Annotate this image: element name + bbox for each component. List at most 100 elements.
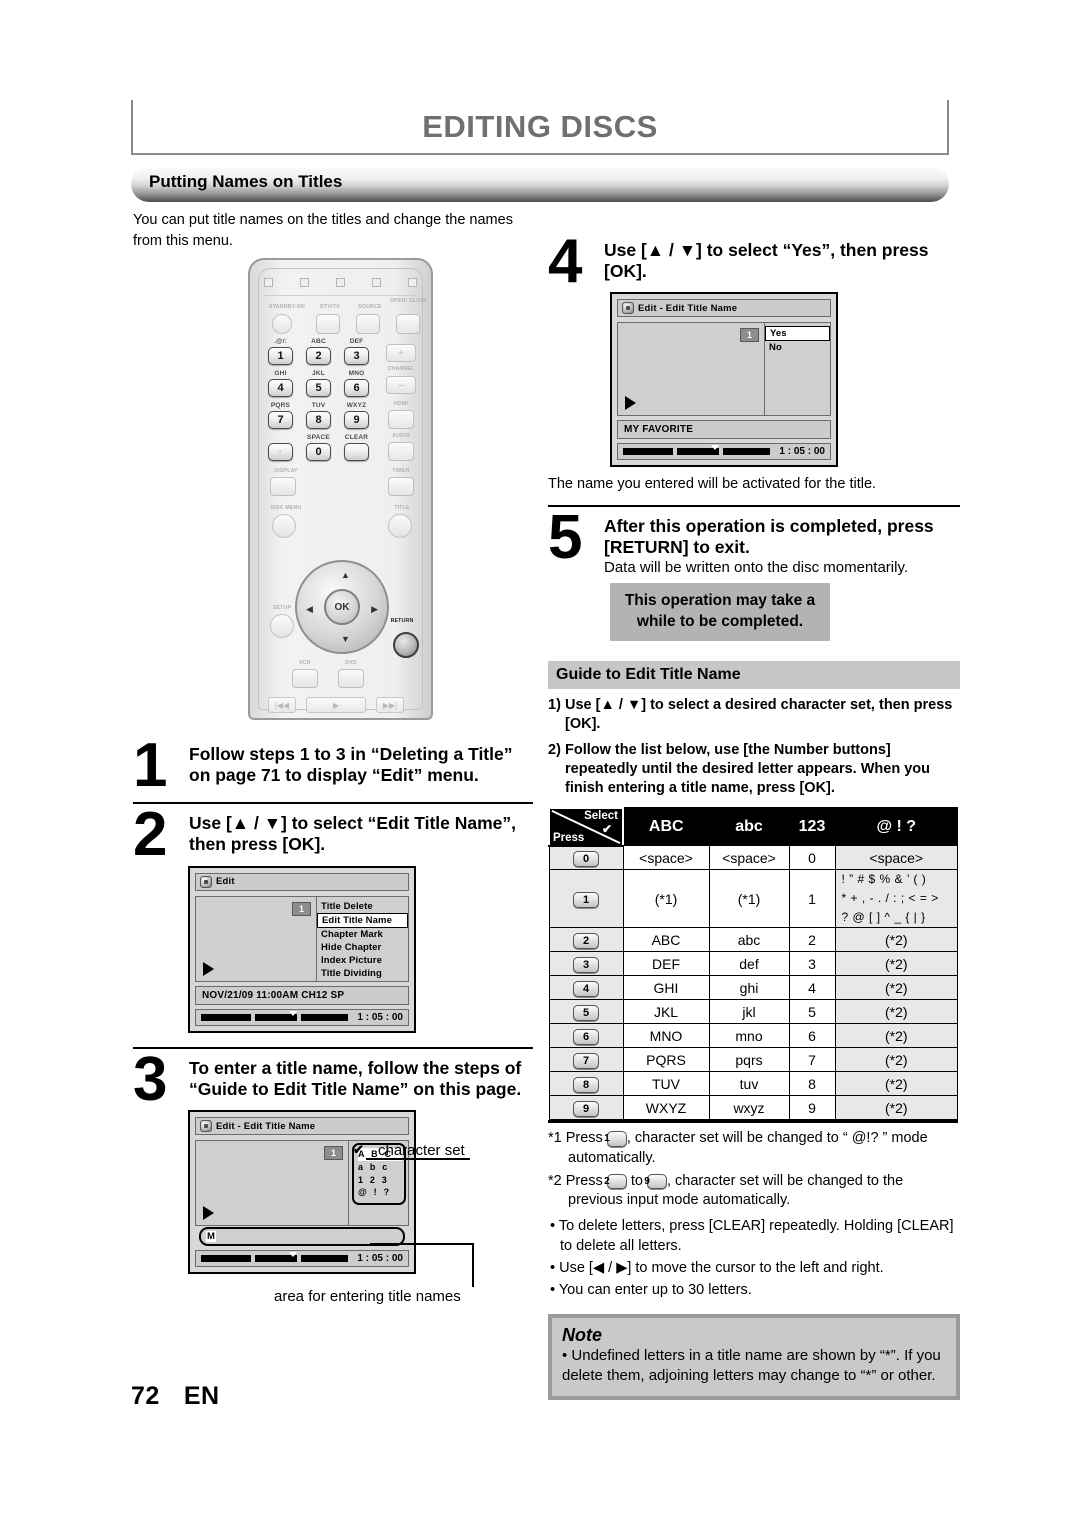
charmap-cell-0-num: 0: [788, 845, 836, 871]
number-button-6[interactable]: 6: [344, 379, 369, 397]
step-2-number: 2: [133, 800, 167, 870]
step-1-number: 1: [133, 731, 167, 800]
charmap-row-6: 6 MNO mno 6 (*2): [548, 1023, 958, 1049]
charset-row-abc-lower[interactable]: a b c: [358, 1161, 402, 1174]
charmap-cell-1-num: 1: [788, 869, 836, 929]
number-button-7[interactable]: 7: [268, 411, 293, 429]
skip-forward-button[interactable]: ▶▶|: [376, 697, 404, 713]
menu-item-index-picture[interactable]: Index Picture: [317, 954, 408, 967]
footnote-bullet-2: • Use [◀ / ▶] to move the cursor to the …: [550, 1259, 884, 1276]
vcr-button[interactable]: [292, 669, 318, 688]
progress-segments: [201, 1255, 349, 1263]
key-label-space: SPACE: [307, 434, 330, 441]
step-3: 3 To enter a title name, follow the step…: [133, 1048, 533, 1110]
charmap-cell-1-abc: (*1): [622, 869, 710, 929]
charmap-cell-7-lower: pqrs: [708, 1047, 790, 1073]
charmap-cell-1-lower: (*1): [708, 869, 790, 929]
audio-button[interactable]: [388, 442, 414, 461]
menu-item-title-dividing[interactable]: Title Dividing: [317, 967, 408, 980]
source-button[interactable]: [356, 314, 380, 334]
dvd-button[interactable]: [338, 669, 364, 688]
keycap-3: 3: [573, 956, 599, 973]
channel-down-button[interactable]: –: [386, 376, 416, 394]
charmap-cell-9-lower: wxyz: [708, 1095, 790, 1121]
charset-row-numeric[interactable]: 1 2 3: [358, 1174, 402, 1187]
osd-preview-pane: 1: [618, 323, 764, 415]
charset-row-symbols[interactable]: @ ! ?: [358, 1186, 402, 1199]
setup-button[interactable]: [270, 614, 294, 638]
osd-info-bar: MY FAVORITE: [617, 420, 831, 440]
number-button-4[interactable]: 4: [268, 379, 293, 397]
keycap-9: 9: [573, 1100, 599, 1117]
menu-item-title-delete[interactable]: Title Delete: [317, 900, 408, 913]
number-button-2[interactable]: 2: [306, 347, 331, 365]
skip-back-button[interactable]: |◀◀: [268, 697, 296, 713]
step-3-text: To enter a title name, follow the steps …: [189, 1057, 522, 1099]
dpad-left-icon[interactable]: ◀: [306, 604, 313, 615]
step-5-subtext: Data will be written onto the disc momen…: [604, 558, 909, 576]
led-indicator: [408, 278, 417, 287]
dpad-navigation[interactable]: ▲ ▼ ◀ ▶ OK: [295, 560, 389, 654]
osd-preview-pane: 1: [196, 1141, 348, 1225]
number-button-0[interactable]: 0: [306, 443, 331, 461]
step-5-text: After this operation is completed, press…: [604, 515, 934, 557]
footnote-2: *2 Press 2 to 9, character set will be c…: [548, 1172, 960, 1211]
standby-on-button[interactable]: [272, 314, 292, 334]
progress-segment: [301, 1255, 349, 1263]
number-button-3[interactable]: 3: [344, 347, 369, 365]
osd-menu-list[interactable]: Title Delete Edit Title Name Chapter Mar…: [316, 896, 408, 981]
number-button-5[interactable]: 5: [306, 379, 331, 397]
ok-button[interactable]: OK: [324, 589, 360, 625]
menu-item-chapter-mark[interactable]: Chapter Mark: [317, 928, 408, 941]
dpad-up-icon[interactable]: ▲: [341, 570, 350, 580]
clear-button[interactable]: [344, 443, 369, 461]
display-button[interactable]: [270, 477, 296, 496]
title-button[interactable]: [388, 514, 412, 538]
return-button[interactable]: [393, 632, 419, 658]
osd-info-bar: NOV/21/09 11:00AM CH12 SP: [195, 985, 409, 1005]
remote-label-standby-on: STANDBY-ON: [269, 304, 305, 310]
option-no[interactable]: No: [765, 341, 830, 354]
option-yes[interactable]: Yes: [765, 326, 830, 342]
key-label-4: GHI: [274, 370, 287, 377]
charmap-key-5: 5: [548, 999, 624, 1025]
check-icon: ✔: [601, 821, 612, 836]
menu-item-edit-title-name[interactable]: Edit Title Name: [317, 912, 408, 928]
charmap-cell-3-abc: DEF: [622, 951, 710, 977]
hdmi-button[interactable]: [388, 410, 414, 429]
disc-menu-button[interactable]: [272, 514, 296, 538]
footnote-bullet-1: • To delete letters, press [CLEAR] repea…: [550, 1217, 954, 1254]
open-close-button[interactable]: [396, 314, 420, 334]
key-label-7: PQRS: [270, 402, 291, 409]
timer-button[interactable]: [388, 477, 414, 496]
channel-up-button[interactable]: +: [386, 344, 416, 362]
step-2: 2 Use [▲ / ▼] to select “Edit Title Name…: [133, 800, 533, 870]
osd-yesno-list[interactable]: Yes No: [764, 323, 830, 416]
footnote-bullet-3: • You can enter up to 30 letters.: [550, 1281, 752, 1298]
number-button-8[interactable]: 8: [306, 411, 331, 429]
charmap-col-abc-lower: abc: [708, 807, 790, 847]
remote-label-disc-menu: DISC MENU: [270, 505, 302, 511]
key-label-3: DEF: [349, 338, 364, 345]
osd-body: 1 ✔ A B C a b c 1 2 3 @ ! ?: [195, 1140, 409, 1227]
remote-label-open-close: OPEN/ CLOSE: [390, 298, 428, 304]
dot-button[interactable]: ·: [268, 443, 293, 461]
dpad-down-icon[interactable]: ▼: [341, 634, 350, 644]
dtv-tv-button[interactable]: [316, 314, 340, 334]
keycap-1: 1: [573, 891, 599, 908]
remote-label-source: SOURCE: [358, 304, 382, 310]
charmap-key-7: 7: [548, 1047, 624, 1073]
left-column-steps: 1 Follow steps 1 to 3 in “Deleting a Tit…: [133, 731, 533, 1305]
charmap-row-7: 7 PQRS pqrs 7 (*2): [548, 1047, 958, 1073]
note-text: • Undefined letters in a title name are …: [562, 1346, 941, 1384]
osd-time: 1 : 05 : 00: [357, 1011, 403, 1023]
title-number-badge: 1: [291, 901, 311, 916]
osd-titlebar: Edit: [195, 872, 409, 891]
charmap-col-123: 123: [788, 807, 836, 847]
play-button[interactable]: ▶: [306, 697, 366, 713]
menu-item-hide-chapter[interactable]: Hide Chapter: [317, 941, 408, 954]
dpad-right-icon[interactable]: ▶: [371, 604, 378, 615]
charmap-cell-4-sym: (*2): [834, 975, 958, 1001]
number-button-1[interactable]: 1: [268, 347, 293, 365]
number-button-9[interactable]: 9: [344, 411, 369, 429]
